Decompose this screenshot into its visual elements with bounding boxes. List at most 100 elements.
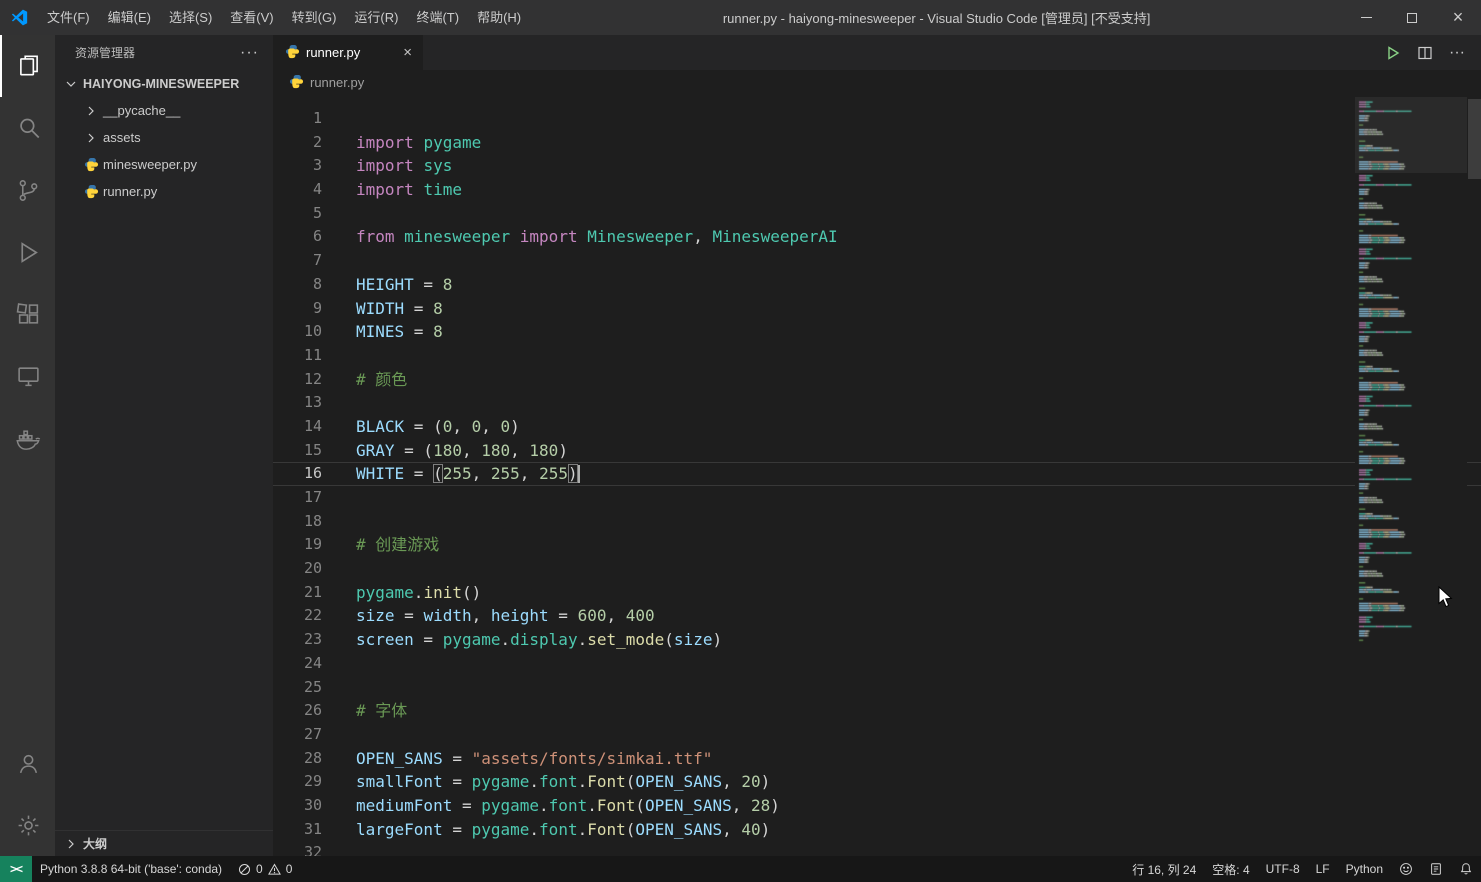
line-number[interactable]: 20 (273, 557, 322, 581)
maximize-button[interactable] (1389, 0, 1435, 35)
line-number[interactable]: 18 (273, 510, 322, 534)
line-number[interactable]: 3 (273, 154, 322, 178)
line-number[interactable]: 30 (273, 794, 322, 818)
code-line-27[interactable]: 27 (273, 723, 1481, 747)
code-line-32[interactable]: 32 (273, 841, 1481, 856)
line-number[interactable]: 31 (273, 818, 322, 842)
notifications-bell-button[interactable] (1451, 856, 1481, 882)
code-line-21[interactable]: 21pygame.init() (273, 581, 1481, 605)
menu-item-file[interactable]: 文件(F) (38, 0, 99, 35)
line-number[interactable]: 25 (273, 676, 322, 700)
more-editor-actions-icon[interactable]: ··· (1449, 44, 1465, 62)
line-number[interactable]: 32 (273, 841, 322, 856)
minimap-viewport[interactable] (1355, 97, 1467, 173)
line-number[interactable]: 14 (273, 415, 322, 439)
line-number[interactable]: 29 (273, 770, 322, 794)
status-encoding[interactable]: UTF-8 (1258, 856, 1308, 882)
code-line-31[interactable]: 31largeFont = pygame.font.Font(OPEN_SANS… (273, 818, 1481, 842)
menu-item-help[interactable]: 帮助(H) (468, 0, 530, 35)
menu-item-edit[interactable]: 编辑(E) (99, 0, 160, 35)
tab-runner-py[interactable]: runner.py × (273, 35, 423, 70)
code-line-19[interactable]: 19# 创建游戏 (273, 533, 1481, 557)
code-line-29[interactable]: 29smallFont = pygame.font.Font(OPEN_SANS… (273, 770, 1481, 794)
code-line-12[interactable]: 12# 颜色 (273, 368, 1481, 392)
code-line-13[interactable]: 13 (273, 391, 1481, 415)
line-number[interactable]: 12 (273, 368, 322, 392)
line-number[interactable]: 24 (273, 652, 322, 676)
code-line-23[interactable]: 23screen = pygame.display.set_mode(size) (273, 628, 1481, 652)
activity-remote-explorer-button[interactable] (0, 345, 55, 407)
menu-item-terminal[interactable]: 终端(T) (407, 0, 468, 35)
code-line-4[interactable]: 4import time (273, 178, 1481, 202)
line-number[interactable]: 28 (273, 747, 322, 771)
minimap[interactable] (1355, 95, 1467, 856)
breadcrumb[interactable]: runner.py (273, 70, 1481, 95)
editor-doc-button[interactable] (1421, 856, 1451, 882)
close-button[interactable]: × (1435, 0, 1481, 35)
code-line-15[interactable]: 15GRAY = (180, 180, 180) (273, 439, 1481, 463)
line-number[interactable]: 26 (273, 699, 322, 723)
line-number[interactable]: 6 (273, 225, 322, 249)
tree-root-folder[interactable]: HAIYONG-MINESWEEPER (55, 70, 273, 97)
code-line-26[interactable]: 26# 字体 (273, 699, 1481, 723)
activity-run-debug-button[interactable] (0, 221, 55, 283)
code-line-8[interactable]: 8HEIGHT = 8 (273, 273, 1481, 297)
code-line-28[interactable]: 28OPEN_SANS = "assets/fonts/simkai.ttf" (273, 747, 1481, 771)
line-number[interactable]: 13 (273, 391, 322, 415)
line-number[interactable]: 15 (273, 439, 322, 463)
menu-item-selection[interactable]: 选择(S) (160, 0, 221, 35)
line-number[interactable]: 27 (273, 723, 322, 747)
code-line-11[interactable]: 11 (273, 344, 1481, 368)
line-number[interactable]: 22 (273, 604, 322, 628)
code-line-2[interactable]: 2import pygame (273, 131, 1481, 155)
menu-item-go[interactable]: 转到(G) (283, 0, 346, 35)
menu-item-view[interactable]: 查看(V) (221, 0, 282, 35)
more-actions-icon[interactable]: ··· (240, 44, 259, 62)
tree-item-runner-py[interactable]: runner.py (55, 178, 273, 205)
problems-item[interactable]: 0 0 (230, 856, 300, 882)
line-number[interactable]: 8 (273, 273, 322, 297)
code-line-9[interactable]: 9WIDTH = 8 (273, 297, 1481, 321)
line-number[interactable]: 5 (273, 202, 322, 226)
code-line-24[interactable]: 24 (273, 652, 1481, 676)
line-number[interactable]: 1 (273, 107, 322, 131)
activity-docker-button[interactable] (0, 407, 55, 469)
status-indentation[interactable]: 空格: 4 (1204, 856, 1257, 882)
code-line-30[interactable]: 30mediumFont = pygame.font.Font(OPEN_SAN… (273, 794, 1481, 818)
code-line-1[interactable]: 1 (273, 107, 1481, 131)
activity-extensions-button[interactable] (0, 283, 55, 345)
tab-close-icon[interactable]: × (400, 44, 415, 61)
line-number[interactable]: 11 (273, 344, 322, 368)
line-number[interactable]: 4 (273, 178, 322, 202)
menu-item-run[interactable]: 运行(R) (345, 0, 407, 35)
code-line-3[interactable]: 3import sys (273, 154, 1481, 178)
line-number[interactable]: 2 (273, 131, 322, 155)
code-line-25[interactable]: 25 (273, 676, 1481, 700)
run-python-file-button[interactable] (1385, 45, 1401, 61)
code-line-17[interactable]: 17 (273, 486, 1481, 510)
remote-indicator[interactable]: >< (0, 856, 32, 882)
code-line-7[interactable]: 7 (273, 249, 1481, 273)
status-language-mode[interactable]: Python (1338, 856, 1391, 882)
status-eol[interactable]: LF (1308, 856, 1338, 882)
activity-explorer-button[interactable] (0, 35, 55, 97)
line-number[interactable]: 19 (273, 533, 322, 557)
tree-item-minesweeper-py[interactable]: minesweeper.py (55, 151, 273, 178)
code-line-14[interactable]: 14BLACK = (0, 0, 0) (273, 415, 1481, 439)
code-line-5[interactable]: 5 (273, 202, 1481, 226)
activity-settings-button[interactable] (0, 794, 55, 856)
activity-search-button[interactable] (0, 97, 55, 159)
line-number[interactable]: 10 (273, 320, 322, 344)
line-number[interactable]: 9 (273, 297, 322, 321)
code-line-16[interactable]: 16WHITE = (255, 255, 255) (273, 462, 1481, 486)
code-line-20[interactable]: 20 (273, 557, 1481, 581)
outline-section[interactable]: 大纲 (55, 830, 273, 856)
line-number[interactable]: 16 (273, 462, 322, 486)
activity-source-control-button[interactable] (0, 159, 55, 221)
python-interpreter-item[interactable]: Python 3.8.8 64-bit ('base': conda) (32, 856, 230, 882)
tree-item-assets[interactable]: assets (55, 124, 273, 151)
vertical-scrollbar[interactable] (1468, 99, 1481, 179)
code-line-18[interactable]: 18 (273, 510, 1481, 534)
line-number[interactable]: 7 (273, 249, 322, 273)
code-editor[interactable]: 12import pygame3import sys4import time56… (273, 95, 1481, 856)
